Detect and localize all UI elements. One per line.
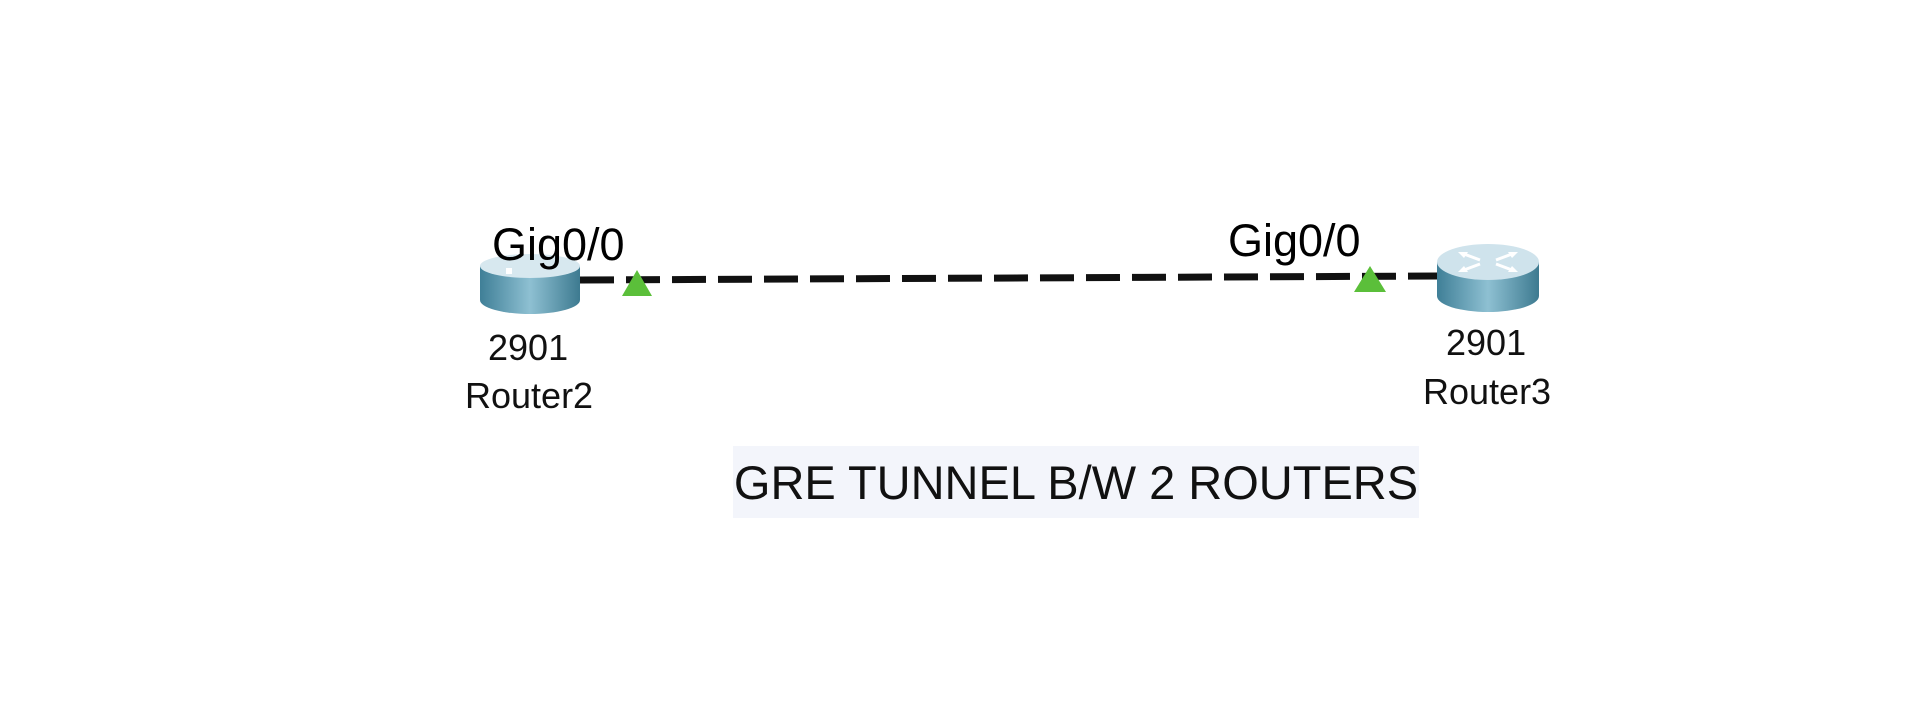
router3-name-label: Router3 <box>1423 371 1552 412</box>
router3-model-label: 2901 <box>1446 322 1527 363</box>
router3-interface-label: Gig0/0 <box>1228 215 1361 266</box>
router2-interface-label: Gig0/0 <box>492 219 625 270</box>
topology-note[interactable]: GRE TUNNEL B/W 2 ROUTERS <box>733 446 1419 518</box>
router2-router3-link[interactable] <box>579 272 1441 284</box>
topology-workspace[interactable]: Gig0/0 2901 Router2 Gig0/0 2901 Router3 <box>0 0 1920 720</box>
router3-icon[interactable] <box>1434 240 1542 316</box>
router2-name-label: Router2 <box>465 375 594 416</box>
topology-note-text: GRE TUNNEL B/W 2 ROUTERS <box>733 455 1419 509</box>
topology-link-layer <box>579 266 1441 296</box>
router2-model-label: 2901 <box>488 327 569 368</box>
